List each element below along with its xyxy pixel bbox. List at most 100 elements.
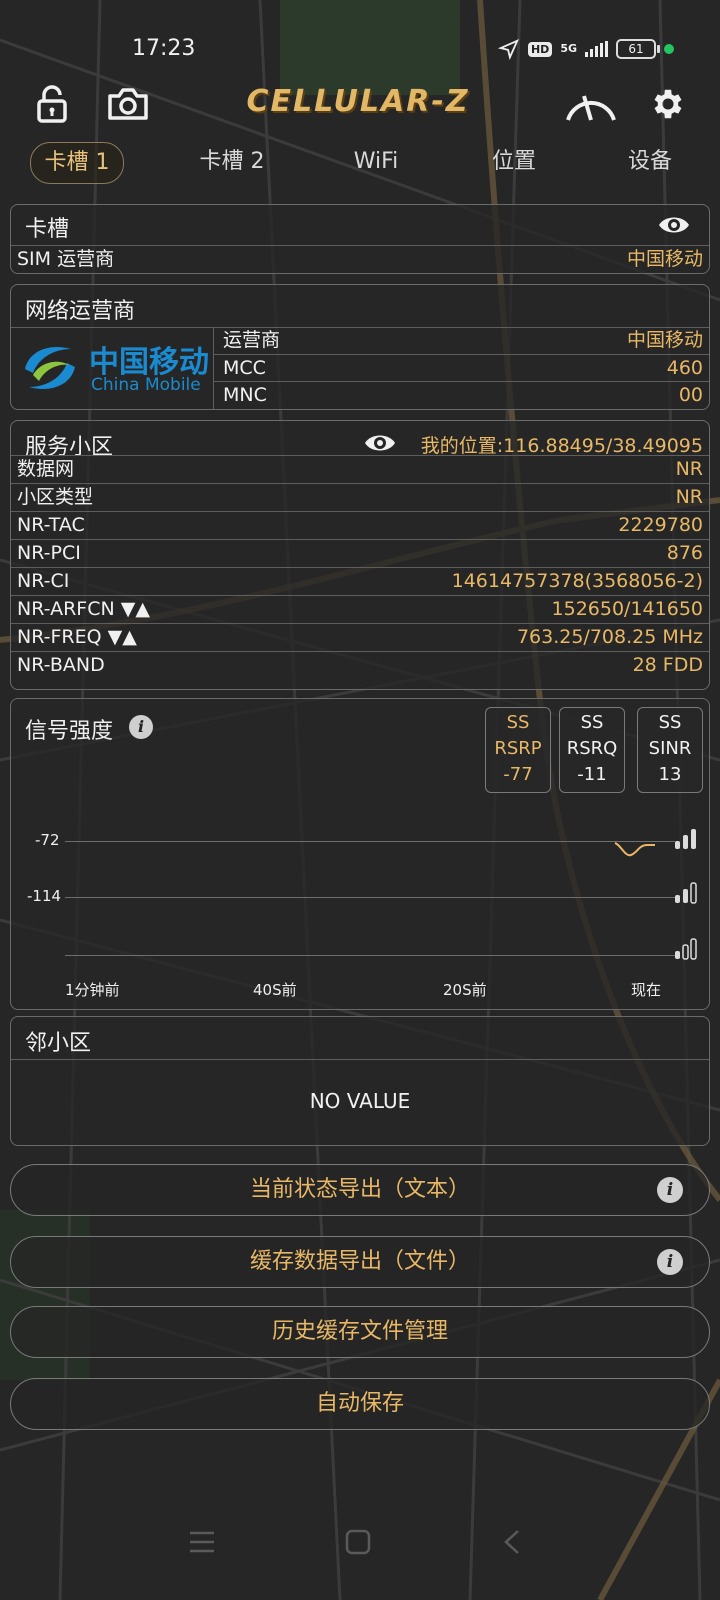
rsrq-value: -11 <box>577 764 607 785</box>
export-cache-label: 缓存数据导出（文件） <box>249 1249 470 1274</box>
mnc-label: MNC <box>223 384 267 406</box>
row-key: NR-PCI <box>17 542 81 564</box>
serving-cell-panel: 服务小区 我的位置:116.88495/38.49095 数据网 NR 小区类型 N… <box>10 420 710 690</box>
china-mobile-logo-icon <box>25 347 75 389</box>
camera-icon[interactable] <box>106 82 150 126</box>
back-icon[interactable] <box>502 1528 522 1556</box>
grid-line <box>65 955 675 956</box>
speedometer-icon[interactable] <box>562 82 620 126</box>
row-key: NR-FREQ ▼▲ <box>17 626 137 648</box>
rsrq-line2: RSRQ <box>566 738 618 759</box>
status-icons: HD 5G 61 <box>497 38 674 60</box>
network-operator-panel: 网络运营商 中国移动 China Mobile 运营商 中国移动 MCC 460… <box>10 284 710 410</box>
row-key: NR-CI <box>17 570 70 592</box>
x-label-2: 40S前 <box>253 981 297 999</box>
x-label-4: 现在 <box>631 981 662 999</box>
sinr-value: 13 <box>658 764 682 785</box>
info-icon[interactable]: i <box>657 1249 683 1275</box>
signal-strength-panel: 信号强度 i SS RSRP -77 SS RSRQ -11 SS SINR 1… <box>10 698 710 1010</box>
sinr-line2: SINR <box>648 738 692 759</box>
tab-device[interactable]: 设备 <box>604 142 696 182</box>
operator-value: 中国移动 <box>626 329 703 351</box>
tab-wifi[interactable]: WiFi <box>330 142 422 182</box>
neighbor-empty-text: NO VALUE <box>309 1089 411 1113</box>
history-cache-manage-button[interactable]: 历史缓存文件管理 <box>10 1306 710 1358</box>
export-status-text-button[interactable]: 当前状态导出（文本） i <box>10 1164 710 1216</box>
sim-operator-value: 中国移动 <box>626 248 703 270</box>
eye-icon[interactable] <box>657 213 691 241</box>
tab-location[interactable]: 位置 <box>468 142 560 182</box>
export-cache-file-button[interactable]: 缓存数据导出（文件） i <box>10 1236 710 1288</box>
privacy-dot <box>664 44 674 54</box>
info-icon[interactable]: i <box>129 715 153 739</box>
sim-operator-row: SIM 运营商 中国移动 <box>11 245 709 273</box>
rsrq-line1: SS <box>580 712 604 733</box>
table-row: 数据网 NR <box>11 455 709 483</box>
row-value: 28 FDD <box>632 654 703 676</box>
status-time: 17:23 <box>132 36 196 61</box>
export-status-label: 当前状态导出（文本） <box>249 1177 470 1202</box>
table-row[interactable]: NR-ARFCN ▼▲ 152650/141650 <box>11 595 709 623</box>
rsrp-box[interactable]: SS RSRP -77 <box>485 707 551 793</box>
auto-save-button[interactable]: 自动保存 <box>10 1378 710 1430</box>
menu-icon[interactable] <box>188 1530 216 1554</box>
table-row: 小区类型 NR <box>11 483 709 511</box>
grid-line <box>65 841 675 842</box>
tab-slot-1[interactable]: 卡槽 1 <box>30 142 124 184</box>
sinr-box[interactable]: SS SINR 13 <box>637 707 703 793</box>
row-key: 小区类型 <box>17 486 94 508</box>
app-logo: CELLULAR-Z <box>246 84 470 119</box>
hd-badge: HD <box>527 41 553 57</box>
row-value: 763.25/708.25 MHz <box>516 626 703 648</box>
network-type: 5G <box>560 42 577 55</box>
row-value: 152650/141650 <box>551 598 703 620</box>
rsrp-value: -77 <box>503 764 533 785</box>
table-row: NR-BAND 28 FDD <box>11 651 709 679</box>
row-key: NR-BAND <box>17 654 105 676</box>
row-value: NR <box>675 486 703 508</box>
china-mobile-logo: 中国移动 China Mobile <box>19 333 215 405</box>
slot-panel-title: 卡槽 <box>25 217 70 242</box>
mcc-label: MCC <box>223 357 266 379</box>
neighbor-title: 邻小区 <box>25 1031 92 1056</box>
rsrp-line2: RSRP <box>494 738 542 759</box>
lock-icon[interactable] <box>30 82 74 126</box>
home-icon[interactable] <box>344 1528 372 1556</box>
neighbor-cells-panel: 邻小区 NO VALUE <box>10 1016 710 1146</box>
mcc-row: MCC 460 <box>213 354 709 382</box>
sinr-line1: SS <box>658 712 682 733</box>
table-row: NR-CI 14614757378(3568056-2) <box>11 567 709 595</box>
table-row[interactable]: NR-FREQ ▼▲ 763.25/708.25 MHz <box>11 623 709 651</box>
y-label-mid: -114 <box>27 887 62 905</box>
grid-line <box>65 897 675 898</box>
system-nav-bar <box>0 1510 720 1570</box>
row-value: NR <box>675 458 703 480</box>
rsrq-box[interactable]: SS RSRQ -11 <box>559 707 625 793</box>
x-label-3: 20S前 <box>443 981 487 999</box>
row-value: 2229780 <box>618 514 703 536</box>
battery-icon: 61 <box>616 39 660 59</box>
row-key: 数据网 <box>17 458 75 480</box>
gear-icon[interactable] <box>646 82 690 126</box>
signal-bars-icon <box>675 829 696 849</box>
operator-label: 运营商 <box>223 329 281 351</box>
signal-bars-icon <box>585 41 608 57</box>
row-key: NR-ARFCN ▼▲ <box>17 598 150 620</box>
sim-operator-label: SIM 运营商 <box>17 248 115 270</box>
slot-panel: 卡槽 SIM 运营商 中国移动 <box>10 204 710 274</box>
tab-bar: 卡槽 1 卡槽 2 WiFi 位置 设备 <box>0 142 720 186</box>
tab-slot-2[interactable]: 卡槽 2 <box>186 142 278 182</box>
location-arrow-icon <box>497 38 520 60</box>
y-label-top: -72 <box>35 831 60 849</box>
x-label-1: 1分钟前 <box>65 981 120 999</box>
table-row: NR-PCI 876 <box>11 539 709 567</box>
rsrp-line <box>614 842 655 857</box>
my-location-text: 我的位置:116.88495/38.49095 <box>420 435 703 457</box>
mcc-value: 460 <box>666 357 703 379</box>
signal-bars-icon <box>675 938 697 960</box>
info-icon[interactable]: i <box>657 1177 683 1203</box>
history-cache-label: 历史缓存文件管理 <box>271 1319 448 1344</box>
logo-text-en: China Mobile <box>91 375 201 395</box>
network-panel-title: 网络运营商 <box>25 299 136 324</box>
rsrp-line1: SS <box>506 712 530 733</box>
